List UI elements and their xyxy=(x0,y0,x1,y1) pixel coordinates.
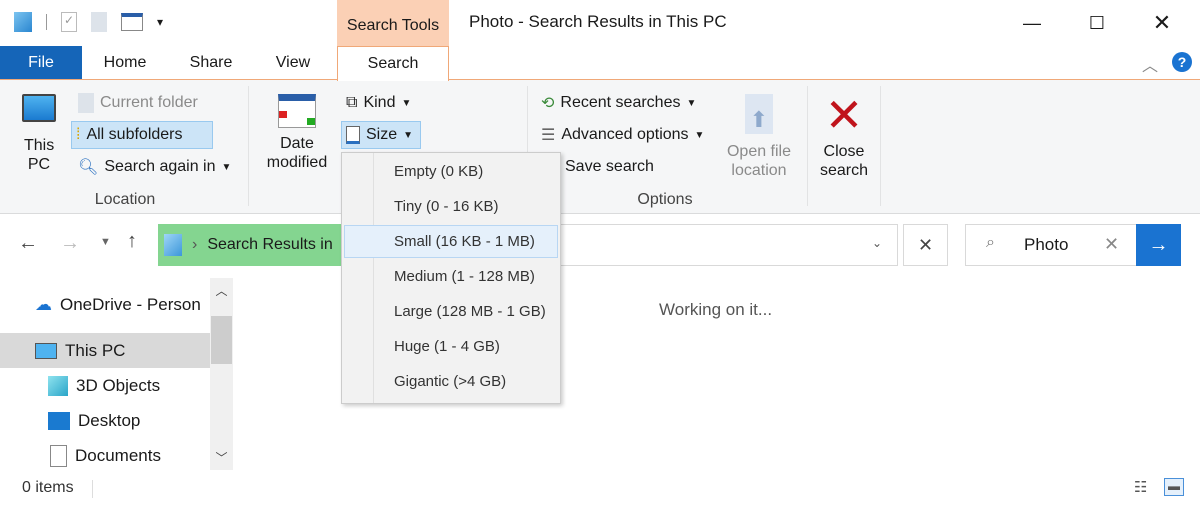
large-icons-view-icon[interactable]: ▬ xyxy=(1164,478,1184,496)
nav-item-desktop[interactable]: Desktop xyxy=(0,403,210,438)
computer-icon xyxy=(22,94,56,122)
details-view-icon[interactable]: ☷ xyxy=(1134,478,1147,496)
size-option-large[interactable]: Large (128 MB - 1 GB) xyxy=(344,295,558,328)
options-group-label: Options xyxy=(637,191,693,208)
advanced-options-icon: ☰ xyxy=(541,127,556,144)
nav-item-documents[interactable]: Documents xyxy=(0,438,210,473)
tab-home[interactable]: Home xyxy=(95,46,155,80)
current-folder-button[interactable]: Current folder xyxy=(74,89,202,117)
all-subfolders-button[interactable]: ⁞ All subfolders xyxy=(71,121,213,149)
this-pc-button[interactable]: This PC xyxy=(14,94,64,174)
properties-icon[interactable]: ✓ xyxy=(61,12,77,32)
nav-scrollbar[interactable]: ︿ ﹀ xyxy=(210,278,233,470)
onedrive-cloud-icon: ☁ xyxy=(35,294,52,314)
kind-icon: ⧉ xyxy=(346,94,358,111)
search-tools-context-label: Search Tools xyxy=(337,0,449,46)
subfolders-icon: ⁞ xyxy=(76,126,81,143)
search-input[interactable]: Photo xyxy=(1024,235,1068,255)
folder-icon xyxy=(78,93,94,113)
scroll-up-icon[interactable]: ︿ xyxy=(210,282,233,299)
recent-searches-icon: ⟲ xyxy=(541,95,555,112)
tab-share[interactable]: Share xyxy=(180,46,242,80)
close-search-button[interactable]: ✕ Close search xyxy=(813,90,875,180)
size-option-gigantic[interactable]: Gigantic (>4 GB) xyxy=(344,365,558,398)
search-icon: ⌕ xyxy=(986,234,995,251)
tab-search[interactable]: Search xyxy=(337,46,449,81)
size-option-empty[interactable]: Empty (0 KB) xyxy=(344,155,558,188)
documents-icon xyxy=(50,444,67,467)
navigation-pane: ☁ OneDrive - Person This PC 3D Objects De… xyxy=(0,278,210,473)
item-count: 0 items xyxy=(22,479,74,496)
kind-button[interactable]: ⧉ Kind ▼ xyxy=(342,89,415,117)
breadcrumb-label: Search Results in xyxy=(207,236,333,253)
up-button[interactable]: ↑ xyxy=(127,230,137,253)
search-again-in-button[interactable]: 🔍︎ Search again in ▼ xyxy=(74,153,235,181)
quick-access-toolbar: ✓ ▾ xyxy=(14,12,163,32)
size-option-huge[interactable]: Huge (1 - 4 GB) xyxy=(344,330,558,363)
location-group-label: Location xyxy=(94,191,156,208)
scrollbar-thumb[interactable] xyxy=(211,316,232,364)
window-title: Photo - Search Results in This PC xyxy=(469,12,727,31)
clear-search-icon[interactable]: ✕ xyxy=(1104,234,1119,255)
new-folder-icon[interactable] xyxy=(91,12,107,32)
advanced-options-button[interactable]: ☰ Advanced options ▼ xyxy=(537,121,708,149)
minimize-button[interactable]: — xyxy=(1012,6,1052,40)
search-go-button[interactable]: → xyxy=(1136,224,1181,266)
size-button[interactable]: Size ▼ xyxy=(341,121,421,149)
date-modified-button[interactable]: Date modified xyxy=(254,94,340,172)
size-icon xyxy=(346,126,360,144)
nav-item-3d-objects[interactable]: 3D Objects xyxy=(0,368,210,403)
help-icon[interactable]: ? xyxy=(1172,52,1192,72)
size-option-small[interactable]: Small (16 KB - 1 MB) xyxy=(344,225,558,258)
search-again-icon: 🔍︎ xyxy=(78,159,99,176)
tab-view[interactable]: View xyxy=(265,46,321,80)
customize-qat-icon[interactable]: ▾ xyxy=(157,15,163,29)
explorer-icon xyxy=(14,12,32,32)
recent-locations-button[interactable]: ▼ xyxy=(100,236,111,248)
search-results-icon xyxy=(164,234,182,256)
computer-icon xyxy=(35,342,57,359)
maximize-button[interactable]: ☐ xyxy=(1077,6,1117,40)
open-location-icon: ⬆ xyxy=(745,94,773,134)
nav-item-this-pc[interactable]: This PC xyxy=(0,333,210,368)
breadcrumb-chevron-icon: › xyxy=(192,236,198,253)
scroll-down-icon[interactable]: ﹀ xyxy=(210,449,233,466)
3d-objects-icon xyxy=(48,375,68,396)
forward-button[interactable]: → xyxy=(60,232,80,255)
ribbon: This PC Current folder ⁞ All subfolders 🔍… xyxy=(0,79,1200,214)
recent-searches-button[interactable]: ⟲ Recent searches ▼ xyxy=(537,89,700,117)
calendar-icon xyxy=(278,94,316,128)
back-button[interactable]: ← xyxy=(18,232,38,255)
desktop-icon xyxy=(48,411,70,430)
close-search-x-icon: ✕ xyxy=(824,89,864,141)
nav-item-onedrive[interactable]: ☁ OneDrive - Person xyxy=(0,287,210,322)
size-option-tiny[interactable]: Tiny (0 - 16 KB) xyxy=(344,190,558,223)
size-option-medium[interactable]: Medium (1 - 128 MB) xyxy=(344,260,558,293)
breadcrumb[interactable]: › Search Results in xyxy=(158,224,342,266)
tab-file[interactable]: File xyxy=(0,46,82,80)
collapse-ribbon-icon[interactable]: ︿ xyxy=(1142,52,1158,76)
close-button[interactable]: ✕ xyxy=(1142,6,1182,40)
address-dropdown-icon[interactable]: ⌄ xyxy=(872,236,882,250)
calendar-icon[interactable] xyxy=(121,13,143,31)
stop-button[interactable]: ✕ xyxy=(903,224,948,266)
working-status: Working on it... xyxy=(659,300,773,319)
size-dropdown-menu: Empty (0 KB) Tiny (0 - 16 KB) Small (16 … xyxy=(341,152,561,404)
open-file-location-button[interactable]: ⬆ Open file location xyxy=(718,94,800,180)
